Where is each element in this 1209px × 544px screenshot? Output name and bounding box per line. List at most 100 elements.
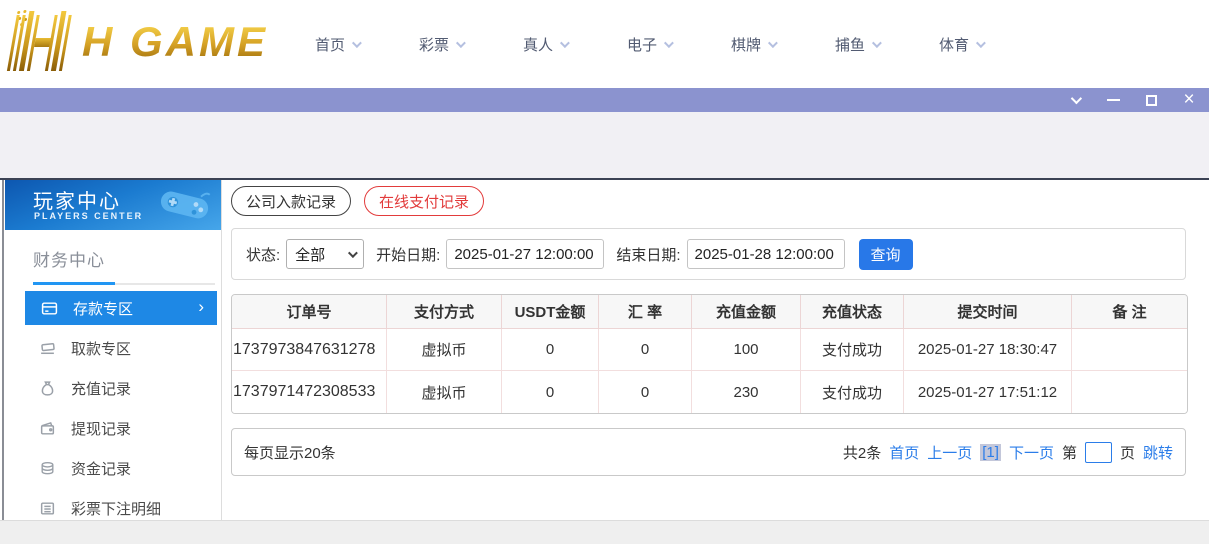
filter-bar: 状态: 全部 开始日期: 结束日期: 查询 <box>231 228 1186 280</box>
sidebar-item-withdrawal-records[interactable]: 提现记录 <box>5 408 221 448</box>
nav-item-fishing[interactable]: 捕鱼 <box>805 34 909 55</box>
pagination-bar: 每页显示20条 共2条 首页 上一页 [1] 下一页 第 页 跳转 <box>231 428 1186 476</box>
table-cell-status: 支付成功 <box>801 329 904 371</box>
col-payment-method: 支付方式 <box>387 295 502 329</box>
prev-page-link[interactable]: 上一页 <box>927 442 972 463</box>
table-cell: 100 <box>692 329 801 371</box>
nav-item-slots[interactable]: 电子 <box>597 34 701 55</box>
status-select[interactable]: 全部 <box>286 239 364 269</box>
content-region: 玩家中心 PLAYERS CENTER 财务中心 存款专区 › <box>0 178 1209 520</box>
table-cell: 0 <box>502 371 599 413</box>
wallet-icon <box>39 420 56 437</box>
players-center-banner: 玩家中心 PLAYERS CENTER <box>5 180 221 230</box>
chevron-right-icon: › <box>198 297 204 317</box>
maximize-icon[interactable] <box>1143 92 1159 108</box>
pagination-controls: 共2条 首页 上一页 [1] 下一页 第 页 跳转 <box>843 442 1173 463</box>
end-date-label: 结束日期: <box>616 244 680 265</box>
sidebar-item-label: 资金记录 <box>71 458 131 479</box>
status-label: 状态: <box>246 244 280 265</box>
sidebar-item-withdraw-zone[interactable]: 取款专区 <box>5 328 221 368</box>
col-recharge-status: 充值状态 <box>801 295 904 329</box>
gamepad-icon <box>155 180 215 228</box>
col-recharge-amount: 充值金额 <box>692 295 801 329</box>
chevron-down-icon <box>872 38 882 48</box>
nav-item-lottery[interactable]: 彩票 <box>389 34 493 55</box>
logo-text: H GAME <box>82 18 268 66</box>
chevron-down-icon <box>768 38 778 48</box>
hand-money-icon <box>39 340 56 357</box>
col-submit-time: 提交时间 <box>904 295 1072 329</box>
close-icon[interactable]: × <box>1181 92 1197 108</box>
col-remark: 备 注 <box>1072 295 1187 329</box>
sidebar-item-deposit-zone[interactable]: 存款专区 › <box>25 291 217 325</box>
table-cell-remark <box>1072 329 1187 371</box>
table-cell-time: 2025-01-27 18:30:47 <box>904 329 1072 371</box>
coins-icon <box>39 460 56 477</box>
nav-item-cards[interactable]: 棋牌 <box>701 34 805 55</box>
minimize-icon[interactable] <box>1105 92 1121 108</box>
table-row: 1737971472308533 虚拟币 0 0 230 支付成功 2025-0… <box>232 371 1187 413</box>
main-panel: 公司入款记录 在线支付记录 状态: 全部 开始日期: 结束日期: 查询 订单号 <box>231 186 1186 476</box>
sidebar-subtitle: PLAYERS CENTER <box>34 211 143 221</box>
table-cell: 230 <box>692 371 801 413</box>
window-titlebar: × <box>0 88 1209 112</box>
chevron-down-icon <box>352 38 362 48</box>
collapse-icon[interactable] <box>1067 92 1083 108</box>
list-document-icon <box>39 500 56 517</box>
query-button[interactable]: 查询 <box>859 239 913 270</box>
page-jump-input[interactable] <box>1085 442 1112 463</box>
next-page-link[interactable]: 下一页 <box>1009 442 1054 463</box>
nav-item-live[interactable]: 真人 <box>493 34 597 55</box>
table-row: 1737973847631278 虚拟币 0 0 100 支付成功 2025-0… <box>232 329 1187 371</box>
start-date-input[interactable] <box>446 239 604 269</box>
chevron-down-icon <box>664 38 674 48</box>
jump-go-link[interactable]: 跳转 <box>1143 442 1173 463</box>
chevron-down-icon <box>560 38 570 48</box>
total-count-text: 共2条 <box>843 442 881 463</box>
table-cell: 虚拟币 <box>387 329 502 371</box>
chevron-down-icon <box>456 38 466 48</box>
money-bag-icon <box>39 380 56 397</box>
logo-bars-graphic <box>5 11 80 73</box>
divider <box>33 283 215 285</box>
sidebar-item-label: 提现记录 <box>71 418 131 439</box>
bottom-strip <box>0 520 1209 544</box>
sidebar-item-label: 充值记录 <box>71 378 131 399</box>
col-order-number: 订单号 <box>232 295 387 329</box>
chevron-down-icon <box>348 248 358 258</box>
table-cell: 0 <box>502 329 599 371</box>
nav-item-sports[interactable]: 体育 <box>909 34 1013 55</box>
table-cell-order: 1737973847631278 <box>232 329 387 371</box>
table-cell: 0 <box>599 329 692 371</box>
sidebar: 玩家中心 PLAYERS CENTER 财务中心 存款专区 › <box>5 180 222 520</box>
tab-online-payment-records[interactable]: 在线支付记录 <box>364 186 484 216</box>
jump-suffix-text: 页 <box>1120 442 1135 463</box>
window-left-edge <box>2 180 4 520</box>
start-date-label: 开始日期: <box>376 244 440 265</box>
sidebar-item-label: 存款专区 <box>73 298 133 319</box>
nav-item-home[interactable]: 首页 <box>285 34 389 55</box>
tab-company-deposit-records[interactable]: 公司入款记录 <box>231 186 351 216</box>
col-usdt-amount: USDT金额 <box>502 295 599 329</box>
status-select-value: 全部 <box>295 244 325 265</box>
jump-prefix-text: 第 <box>1062 442 1077 463</box>
record-tabs: 公司入款记录 在线支付记录 <box>231 186 1186 216</box>
table-cell-status: 支付成功 <box>801 371 904 413</box>
sidebar-item-label: 取款专区 <box>71 338 131 359</box>
sidebar-item-label: 彩票下注明细 <box>71 498 161 519</box>
sidebar-section-title: 财务中心 <box>5 230 221 271</box>
table-cell-time: 2025-01-27 17:51:12 <box>904 371 1072 413</box>
brand-logo[interactable]: H GAME <box>10 8 268 76</box>
chevron-down-icon <box>976 38 986 48</box>
table-cell: 虚拟币 <box>387 371 502 413</box>
first-page-link[interactable]: 首页 <box>889 442 919 463</box>
sidebar-item-funds-records[interactable]: 资金记录 <box>5 448 221 488</box>
end-date-input[interactable] <box>687 239 845 269</box>
sidebar-item-recharge-records[interactable]: 充值记录 <box>5 368 221 408</box>
table-cell-order: 1737971472308533 <box>232 371 387 413</box>
col-exchange-rate: 汇 率 <box>599 295 692 329</box>
current-page-indicator: [1] <box>980 444 1001 461</box>
spacer-panel <box>0 112 1209 178</box>
table-cell-remark <box>1072 371 1187 413</box>
table-header-row: 订单号 支付方式 USDT金额 汇 率 充值金额 充值状态 提交时间 备 注 <box>232 295 1187 329</box>
